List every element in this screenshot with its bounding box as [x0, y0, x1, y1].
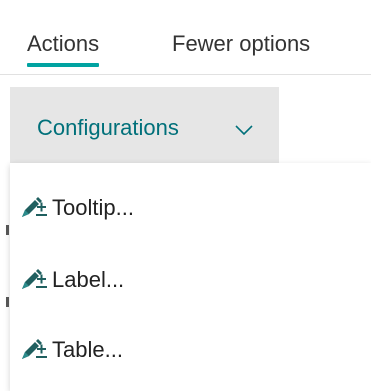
- menu-item-label: Label...: [52, 267, 125, 292]
- tab-fewer-options-label: Fewer options: [172, 31, 311, 56]
- page: Actions Fewer options Configurations Too…: [0, 0, 371, 391]
- menu-item-label-option[interactable]: Label...: [10, 245, 371, 317]
- menu-item-table[interactable]: Table...: [10, 315, 371, 387]
- tab-actions[interactable]: Actions: [27, 30, 100, 67]
- configurations-label: Configurations: [37, 115, 179, 140]
- edit-add-icon: [18, 193, 48, 223]
- tab-fewer-options[interactable]: Fewer options: [172, 30, 310, 58]
- configurations-menu: Tooltip... Label... Table...: [10, 163, 371, 391]
- edit-add-icon: [18, 335, 48, 365]
- menu-item-tooltip[interactable]: Tooltip...: [10, 173, 371, 245]
- background-edge-mark: [6, 297, 9, 307]
- background-edge-mark: [6, 225, 9, 235]
- tab-actions-label: Actions: [27, 31, 100, 56]
- edit-add-icon: [18, 265, 48, 295]
- menu-item-label: Table...: [52, 337, 123, 362]
- chevron-down-icon: [235, 123, 253, 141]
- configurations-dropdown-button[interactable]: Configurations: [10, 87, 279, 163]
- tab-bar: Actions Fewer options: [0, 0, 371, 75]
- menu-item-label: Tooltip...: [52, 195, 134, 220]
- active-tab-indicator: [27, 63, 100, 67]
